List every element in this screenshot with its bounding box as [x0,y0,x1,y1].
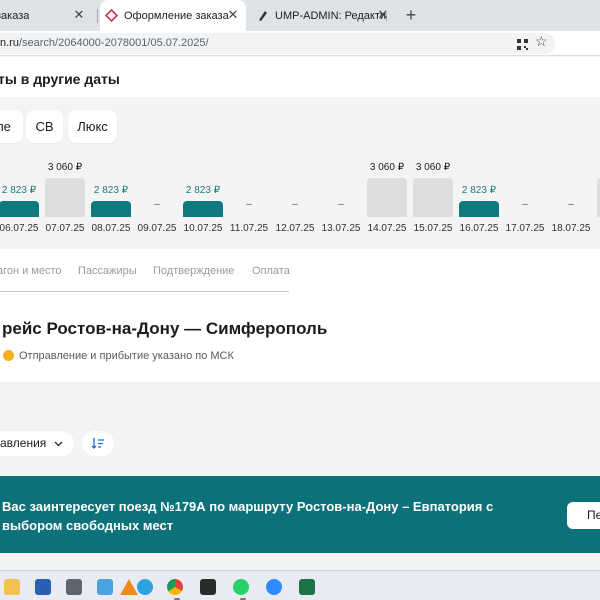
banner-text: Вас заинтересует поезд №179А по маршруту… [2,499,494,533]
price-label: 3 060 ₽ [47,162,83,173]
url-text: n.ru/search/2064000-2078001/05.07.2025/ [0,37,209,49]
clock-icon [3,350,14,361]
sort-label: авления [0,436,47,450]
new-tab-icon[interactable]: + [401,5,421,25]
price-label: 2 823 ₽ [185,185,221,196]
tab-divider [97,9,98,23]
banner-button[interactable]: Пе [567,502,600,529]
browser-tab-checkout[interactable]: Оформление заказа ✕ [100,0,246,31]
booking-steps: агон и место Пассажиры Подтверждение Опл… [0,249,600,308]
no-price-dash: – [568,199,574,210]
other-dates-card: ты в другие даты ле СВ Люкс 06.07.252 82… [0,57,600,249]
paint-icon[interactable] [97,579,113,595]
close-tab-icon[interactable]: ✕ [376,8,390,22]
excel-icon[interactable] [299,579,315,595]
step-confirmation: Подтверждение [153,265,235,277]
telegram-icon[interactable] [137,579,153,595]
price-label: 2 823 ₽ [93,185,129,196]
price-bar[interactable] [91,201,131,217]
close-tab-icon[interactable]: ✕ [72,8,86,22]
browser-tab-order[interactable]: заказа ✕ [0,0,92,31]
train-suggestion-banner: Вас заинтересует поезд №179А по маршруту… [0,476,600,553]
sort-dropdown[interactable]: авления [0,431,74,456]
price-bar[interactable] [459,201,499,217]
no-price-dash: – [292,199,298,210]
admin-favicon-icon [256,9,269,22]
tab-title: Оформление заказа [124,9,229,22]
browser-tab-admin[interactable]: UMP-ADMIN: Редактирование ✕ [251,0,396,31]
step-passengers: Пассажиры [78,265,137,277]
page-content: ты в другие даты ле СВ Люкс 06.07.252 82… [0,57,600,570]
windows-taskbar [0,570,600,600]
tab-title: UMP-ADMIN: Редактирование [275,9,387,22]
price-label: 3 060 ₽ [415,162,451,173]
calendar-date[interactable]: 18.07.25 [541,223,600,234]
calculator-icon[interactable] [66,579,82,595]
qr-code-icon[interactable] [517,37,528,50]
browser-tab-strip: заказа ✕ Оформление заказа ✕ UMP-ADMIN: … [0,0,600,31]
car-type-chip[interactable]: ле [0,110,23,143]
no-price-dash: – [522,199,528,210]
price-label: 2 823 ₽ [461,185,497,196]
route-title: рейс Ростов-на-Дону — Симферополь [2,319,328,338]
file-explorer-icon[interactable] [4,579,20,595]
sort-order-button[interactable] [82,431,114,456]
word-icon[interactable] [35,579,51,595]
step-payment: Оплата [252,265,290,277]
site-favicon-icon [104,8,119,23]
close-tab-icon[interactable]: ✕ [226,8,240,22]
chrome-icon[interactable] [167,579,183,595]
bookmark-star-icon[interactable]: ☆ [535,33,548,49]
section-title: ты в другие даты [0,71,120,87]
route-card: рейс Ростов-на-Дону — Симферополь Отправ… [0,308,600,382]
timezone-note: Отправление и прибытие указано по МСК [19,350,234,362]
price-bar[interactable] [183,201,223,217]
tab-title: заказа [0,9,30,22]
zoom-icon[interactable] [266,579,282,595]
price-bar[interactable] [0,201,39,217]
browser-toolbar: n.ru/search/2064000-2078001/05.07.2025/ [0,31,600,56]
car-type-chip[interactable]: Люкс [68,110,117,143]
steps-underline [0,291,289,292]
address-bar[interactable]: n.ru/search/2064000-2078001/05.07.2025/ [0,33,555,54]
chevron-down-icon [54,431,63,466]
vlc-icon[interactable] [120,579,138,595]
terminal-icon[interactable] [200,579,216,595]
price-bar[interactable] [367,178,407,217]
step-car-and-seat: агон и место [0,265,62,277]
car-type-chip[interactable]: СВ [26,110,63,143]
no-price-dash: – [154,199,160,210]
whatsapp-icon[interactable] [233,579,249,595]
no-price-dash: – [246,199,252,210]
price-bar[interactable] [413,178,453,217]
no-price-dash: – [338,199,344,210]
sort-order-icon [91,437,105,455]
price-bar[interactable] [45,178,85,217]
price-label: 2 823 ₽ [1,185,37,196]
